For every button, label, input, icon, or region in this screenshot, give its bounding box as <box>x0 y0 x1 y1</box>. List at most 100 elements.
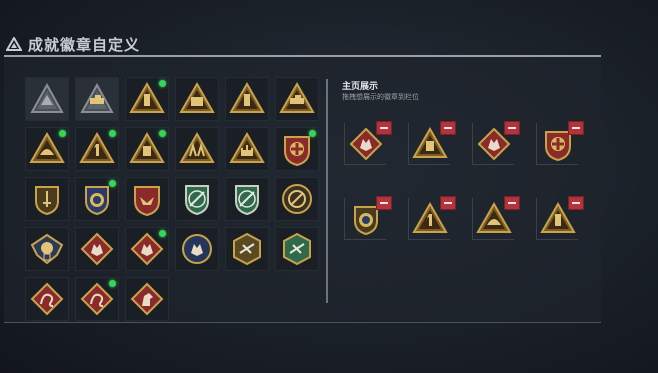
page-header: 成就徽章自定义 <box>6 33 140 55</box>
badge-customization-panel: 主页展示 拖拽想展示的徽章到栏位 <box>4 55 601 323</box>
badge-cell[interactable] <box>125 127 169 171</box>
badge-cell[interactable] <box>125 227 169 271</box>
badge-cell[interactable] <box>175 227 219 271</box>
showcase-slot[interactable] <box>472 196 520 240</box>
remove-badge-button[interactable] <box>440 196 456 210</box>
badge-cell[interactable] <box>25 177 69 221</box>
badge-frame <box>80 282 114 316</box>
badge-frame <box>134 186 160 217</box>
collection-badge-wolf <box>182 234 212 264</box>
badge-cell[interactable] <box>125 77 169 121</box>
badge-cell[interactable] <box>25 227 69 271</box>
collection-badge-sword <box>35 186 59 216</box>
badge-cell[interactable] <box>75 177 119 221</box>
badge-cell[interactable] <box>75 127 119 171</box>
remove-badge-button[interactable] <box>440 121 456 135</box>
badge-cell[interactable] <box>125 177 169 221</box>
minus-icon <box>508 127 516 129</box>
badge-cell[interactable] <box>225 77 269 121</box>
badge-cell[interactable] <box>175 177 219 221</box>
remove-badge-button[interactable] <box>504 196 520 210</box>
collection-badge-rifle <box>235 185 259 216</box>
block-icon <box>143 146 151 156</box>
tower-icon <box>244 94 250 106</box>
showcase-slot[interactable] <box>536 121 584 165</box>
badge-cell[interactable] <box>225 227 269 271</box>
minus-icon <box>572 127 580 129</box>
collection-badge-tank <box>80 82 114 113</box>
remove-badge-button[interactable] <box>376 196 392 210</box>
badge-cell[interactable] <box>175 77 219 121</box>
remove-badge-button[interactable] <box>504 121 520 135</box>
collection-badge-rifle <box>185 185 209 216</box>
badge-cell[interactable] <box>25 127 69 171</box>
collection-badge-plane <box>233 232 261 266</box>
collection-badge-dragon <box>30 282 64 316</box>
new-indicator-icon <box>109 280 116 287</box>
badge-cell[interactable] <box>275 77 319 121</box>
triangle-logo-icon <box>6 37 22 51</box>
badge-cell[interactable] <box>25 77 69 121</box>
cross-icon <box>550 136 565 151</box>
cross-icon <box>290 142 304 156</box>
collection-badge-hill <box>30 82 64 113</box>
fortress-icon <box>191 97 203 106</box>
showcase-slot[interactable] <box>344 121 392 165</box>
tower-icon <box>144 94 150 106</box>
badge-cell[interactable] <box>175 127 219 171</box>
showcase-slot[interactable] <box>408 196 456 240</box>
badge-cell[interactable] <box>225 127 269 171</box>
badge-cell[interactable] <box>275 177 319 221</box>
new-indicator-icon <box>109 130 116 137</box>
badge-collection-grid <box>25 77 325 321</box>
new-indicator-icon <box>159 80 166 87</box>
badge-frame <box>30 282 64 316</box>
showcase-slot[interactable] <box>472 121 520 165</box>
sun-icon <box>358 212 373 227</box>
sun-icon <box>90 193 104 207</box>
minus-icon <box>380 202 388 204</box>
tower-icon <box>554 213 561 226</box>
remove-badge-button[interactable] <box>568 196 584 210</box>
minus-icon <box>444 202 452 204</box>
collection-badge-horse <box>130 282 164 316</box>
minus-icon <box>380 127 388 129</box>
collection-badge-soldiers <box>179 131 215 163</box>
new-indicator-icon <box>59 130 66 137</box>
badge-cell[interactable] <box>225 177 269 221</box>
showcase-slot[interactable] <box>408 121 456 165</box>
badge-cell[interactable] <box>25 277 69 321</box>
badge-cell[interactable] <box>125 277 169 321</box>
badge-cell[interactable] <box>75 227 119 271</box>
collection-badge-fortress <box>179 81 215 113</box>
minus-icon <box>508 202 516 204</box>
showcase-subtitle: 拖拽想展示的徽章到栏位 <box>342 93 419 101</box>
collection-badge-plane <box>283 232 311 266</box>
badge-frame <box>29 131 65 163</box>
badge-cell[interactable] <box>75 277 119 321</box>
new-indicator-icon <box>159 130 166 137</box>
showcase-slot[interactable] <box>344 196 392 240</box>
new-indicator-icon <box>309 130 316 137</box>
new-indicator-icon <box>159 230 166 237</box>
remove-badge-button[interactable] <box>376 121 392 135</box>
collection-badge-tank <box>279 81 315 113</box>
showcase-slot[interactable] <box>536 196 584 240</box>
minus-icon <box>444 127 452 129</box>
badge-cell[interactable] <box>275 227 319 271</box>
block-icon <box>425 140 434 151</box>
collection-badge-castle <box>229 131 265 163</box>
collection-badge-wolf <box>80 232 114 266</box>
panel-divider <box>326 79 328 303</box>
badge-cell[interactable] <box>275 127 319 171</box>
new-indicator-icon <box>109 180 116 187</box>
badge-cell[interactable] <box>75 77 119 121</box>
collection-badge-no-rifle <box>282 184 312 214</box>
collection-badge-tower <box>229 81 265 113</box>
badge-frame <box>179 131 215 163</box>
collection-badge-medal <box>30 233 64 265</box>
collection-badge-eagle <box>134 186 160 217</box>
showcase-title: 主页展示 <box>342 82 379 92</box>
remove-badge-button[interactable] <box>568 121 584 135</box>
page-title: 成就徽章自定义 <box>28 35 141 54</box>
